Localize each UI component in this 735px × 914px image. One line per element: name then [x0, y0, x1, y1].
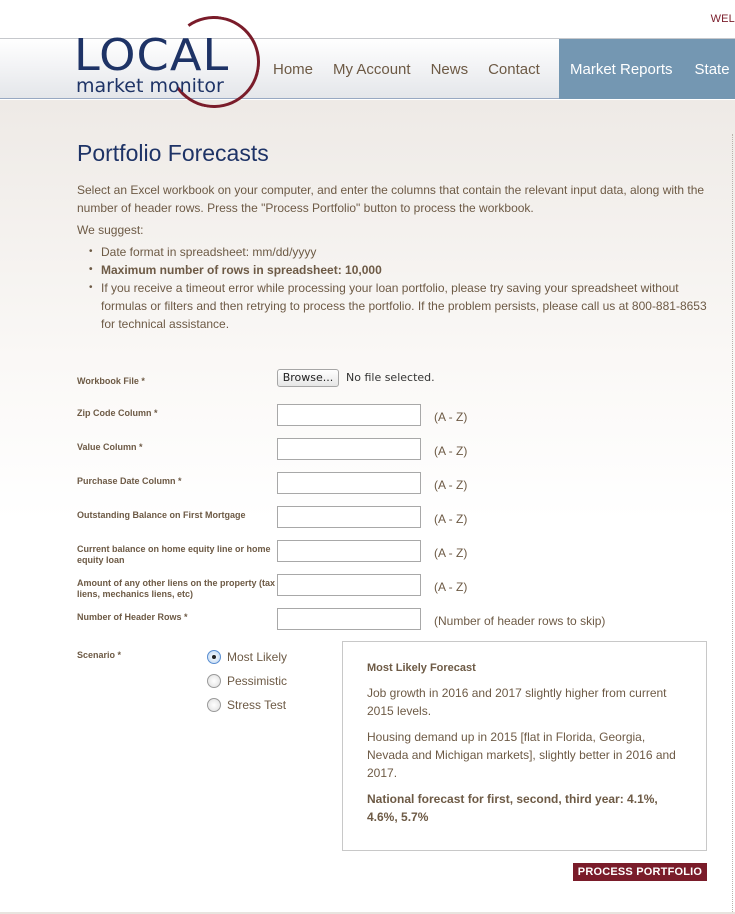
suggestion-item: Maximum number of rows in spreadsheet: 1… — [89, 261, 717, 279]
nav-market-reports[interactable]: Market Reports — [570, 61, 673, 78]
purchase-date-hint: (A - Z) — [434, 478, 468, 492]
header-rows-hint: (Number of header rows to skip) — [434, 614, 606, 628]
process-portfolio-button[interactable]: PROCESS PORTFOLIO — [573, 863, 707, 881]
nav-news[interactable]: News — [431, 61, 469, 78]
other-liens-label: Amount of any other liens on the propert… — [77, 578, 276, 599]
zip-code-row: Zip Code Column * (A - Z) — [77, 404, 717, 438]
scenario-option-stress-test[interactable]: Stress Test — [207, 693, 327, 717]
other-liens-hint: (A - Z) — [434, 580, 468, 594]
value-column-input[interactable] — [277, 438, 421, 460]
radio-button[interactable] — [207, 674, 221, 688]
radio-button-checked[interactable] — [207, 650, 221, 664]
header-rows-label: Number of Header Rows * — [77, 612, 188, 622]
radio-button[interactable] — [207, 698, 221, 712]
logo[interactable]: LOCAL market monitor — [72, 8, 268, 116]
workbook-file-label: Workbook File * — [77, 376, 145, 386]
purchase-date-row: Purchase Date Column * (A - Z) — [77, 472, 717, 506]
suggestion-item: Date format in spreadsheet: mm/dd/yyyy — [89, 243, 717, 261]
nav-links: Home My Account News Contact — [263, 39, 550, 99]
suggestion-item: If you receive a timeout error while pro… — [89, 279, 717, 333]
intro-text: Select an Excel workbook on your compute… — [77, 183, 705, 215]
value-column-hint: (A - Z) — [434, 444, 468, 458]
right-divider — [732, 134, 733, 914]
first-mortgage-label: Outstanding Balance on First Mortgage — [77, 510, 246, 520]
forecast-paragraph: Job growth in 2016 and 2017 slightly hig… — [367, 686, 667, 718]
zip-code-label: Zip Code Column * — [77, 408, 158, 418]
logo-subtitle: market monitor — [76, 75, 224, 97]
scenario-option-label[interactable]: Stress Test — [227, 698, 286, 712]
page-title: Portfolio Forecasts — [77, 140, 269, 166]
home-equity-label: Current balance on home equity line or h… — [77, 544, 271, 565]
national-forecast: National forecast for first, second, thi… — [367, 792, 658, 824]
value-column-label: Value Column * — [77, 442, 143, 452]
scenario-option-label[interactable]: Pessimistic — [227, 674, 287, 688]
scenario-option-most-likely[interactable]: Most Likely — [207, 645, 327, 669]
nav-highlighted-section: Market Reports State — [559, 39, 735, 99]
first-mortgage-row: Outstanding Balance on First Mortgage (A… — [77, 506, 717, 540]
scenario-group: Scenario * Most Likely Pessimistic Stres… — [77, 645, 287, 712]
home-equity-hint: (A - Z) — [434, 546, 468, 560]
intro-section: Portfolio Forecasts Select an Excel work… — [77, 140, 717, 333]
file-status: No file selected. — [346, 371, 435, 384]
zip-code-input[interactable] — [277, 404, 421, 426]
welcome-text: WEL — [710, 13, 735, 25]
browse-button[interactable]: Browse... — [277, 369, 339, 387]
other-liens-row: Amount of any other liens on the propert… — [77, 574, 717, 608]
suggestion-list: Date format in spreadsheet: mm/dd/yyyy M… — [89, 243, 717, 333]
first-mortgage-input[interactable] — [277, 506, 421, 528]
other-liens-input[interactable] — [277, 574, 421, 596]
purchase-date-input[interactable] — [277, 472, 421, 494]
zip-code-hint: (A - Z) — [434, 410, 468, 424]
scenario-option-label[interactable]: Most Likely — [227, 650, 287, 664]
nav-contact[interactable]: Contact — [488, 61, 540, 78]
home-equity-input[interactable] — [277, 540, 421, 562]
nav-my-account[interactable]: My Account — [333, 61, 411, 78]
workbook-file-row: Workbook File * Browse... No file select… — [77, 369, 717, 406]
home-equity-row: Current balance on home equity line or h… — [77, 540, 717, 574]
header-rows-row: Number of Header Rows * (Number of heade… — [77, 608, 717, 642]
header-rows-input[interactable] — [277, 608, 421, 630]
value-column-row: Value Column * (A - Z) — [77, 438, 717, 472]
purchase-date-label: Purchase Date Column * — [77, 476, 182, 486]
scenario-option-pessimistic[interactable]: Pessimistic — [207, 669, 327, 693]
forecast-title: Most Likely Forecast — [367, 662, 476, 674]
scenario-label: Scenario * — [77, 650, 122, 660]
nav-state[interactable]: State — [695, 61, 730, 78]
forecast-paragraph: Housing demand up in 2015 [flat in Flori… — [367, 730, 676, 780]
logo-local-text: LOCAL — [74, 30, 230, 81]
forecast-description-box: Most Likely Forecast Job growth in 2016 … — [342, 641, 707, 851]
scenario-options: Most Likely Pessimistic Stress Test — [207, 645, 327, 717]
first-mortgage-hint: (A - Z) — [434, 512, 468, 526]
suggest-label: We suggest: — [77, 223, 144, 237]
nav-home[interactable]: Home — [273, 61, 313, 78]
